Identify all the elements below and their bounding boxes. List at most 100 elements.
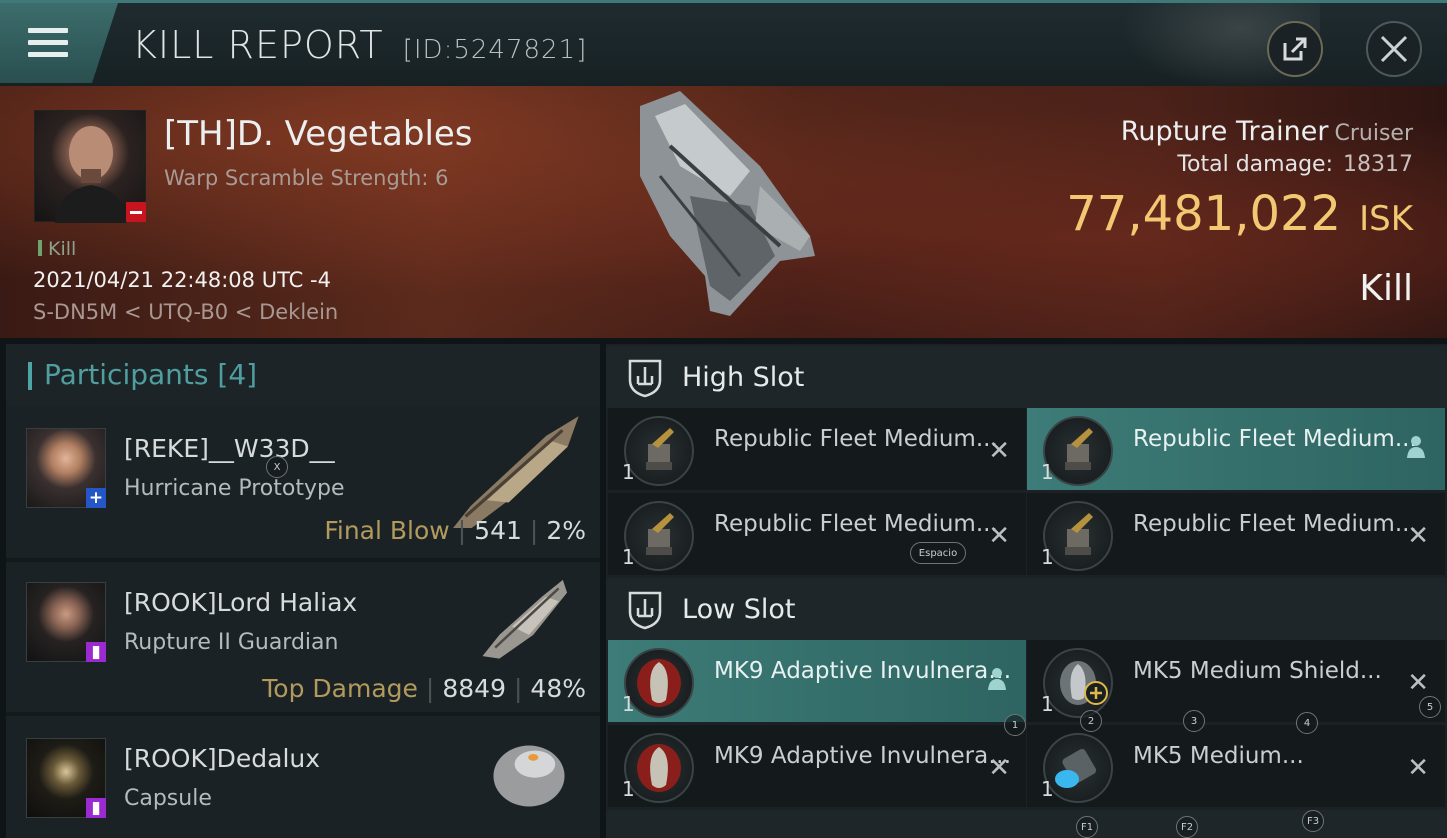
participant-ship-image bbox=[453, 416, 579, 528]
final-blow-tag: Final Blow bbox=[324, 516, 450, 545]
result-label: Kill bbox=[1359, 268, 1413, 309]
hamburger-icon bbox=[28, 28, 68, 58]
low-slot-item[interactable]: 1 MK5 Medium... ✕ bbox=[1027, 725, 1445, 807]
high-slot-header[interactable]: High Slot bbox=[606, 346, 1447, 408]
participants-header: Participants [4] bbox=[6, 344, 600, 406]
key-hint: 4 bbox=[1296, 712, 1318, 734]
fitting-panel: High Slot 1 Republic Fleet Medium... ✕ 1… bbox=[606, 344, 1447, 838]
title-bar: KILL REPORT [ID:5247821] bbox=[0, 0, 1447, 89]
high-slot-label: High Slot bbox=[682, 362, 805, 393]
kill-datetime: 2021/04/21 22:48:08 UTC -4 bbox=[33, 268, 331, 292]
victim-ship-image[interactable] bbox=[610, 86, 840, 326]
participant-ship: Capsule bbox=[124, 786, 212, 811]
item-name: MK5 Medium... bbox=[1133, 743, 1304, 769]
participants-label: Participants [4] bbox=[44, 358, 257, 391]
key-hint: 2 bbox=[1080, 710, 1102, 732]
victim-name[interactable]: [TH]D. Vegetables bbox=[164, 114, 473, 154]
item-quantity: 1 bbox=[622, 777, 635, 801]
key-hint: F3 bbox=[1302, 810, 1324, 832]
kill-location[interactable]: S-DN5M < UTQ-B0 < Deklein bbox=[33, 300, 338, 324]
key-hint: F1 bbox=[1076, 816, 1098, 838]
share-button[interactable] bbox=[1267, 21, 1323, 77]
total-damage: Total damage: 18317 bbox=[1177, 152, 1413, 177]
dropped-person-icon bbox=[988, 668, 1006, 690]
participant-damage: 8849 bbox=[442, 674, 506, 703]
stat-separator: | bbox=[425, 674, 435, 703]
plus-circle-icon bbox=[1084, 681, 1108, 705]
low-slot-header[interactable]: Low Slot bbox=[606, 578, 1447, 640]
participant-damage: 541 bbox=[474, 516, 522, 545]
participant-percent: 48% bbox=[530, 674, 586, 703]
low-slot-item[interactable]: 1 MK9 Adaptive Invulnerabilit... bbox=[608, 640, 1026, 722]
participant-stats: Top Damage | 8849 | 48% bbox=[262, 674, 586, 703]
kill-tag: Kill bbox=[38, 238, 76, 260]
high-slot-icon bbox=[628, 359, 662, 398]
key-hint: 3 bbox=[1183, 710, 1205, 732]
high-slot-item[interactable]: 1 Republic Fleet Medium... bbox=[1027, 408, 1445, 490]
title-text: KILL REPORT bbox=[132, 23, 384, 67]
item-name: MK9 Adaptive Invulnerabilit... bbox=[714, 658, 1019, 684]
capsule-image bbox=[493, 745, 565, 807]
item-quantity: 1 bbox=[1041, 460, 1054, 484]
destroyed-x-icon: ✕ bbox=[988, 753, 1010, 783]
participant-row[interactable]: + [REKE]__W33D__ Hurricane Prototype Fin… bbox=[6, 406, 600, 558]
victim-subtitle: Warp Scramble Strength: 6 bbox=[164, 166, 449, 190]
stat-separator: | bbox=[457, 516, 467, 545]
item-quantity: 1 bbox=[1041, 692, 1054, 716]
corp-badge-icon: ▮ bbox=[86, 642, 106, 662]
high-slot-item[interactable]: 1 Republic Fleet Medium... ✕ bbox=[608, 493, 1026, 575]
kill-tag-text: Kill bbox=[48, 238, 77, 260]
isk-value: 77,481,022 ISK bbox=[1066, 186, 1413, 242]
header-accent-bar bbox=[28, 362, 32, 390]
item-quantity: 1 bbox=[622, 692, 635, 716]
participant-name: [ROOK]Dedalux bbox=[124, 744, 321, 773]
dropped-person-icon bbox=[1407, 436, 1425, 458]
damage-value: 18317 bbox=[1343, 152, 1413, 177]
participant-stats: Final Blow | 541 | 2% bbox=[324, 516, 586, 545]
destroyed-x-icon: ✕ bbox=[1407, 668, 1429, 698]
ship-type[interactable]: Rupture Trainer Cruiser bbox=[1121, 116, 1413, 147]
participant-name: [ROOK]Lord Haliax bbox=[124, 588, 358, 617]
stat-separator: | bbox=[513, 674, 523, 703]
standing-minus-icon bbox=[126, 202, 146, 222]
key-hint: X bbox=[266, 456, 288, 478]
low-slot-item[interactable]: 1 MK9 Adaptive Invulnerabilit... ✕ bbox=[608, 725, 1026, 807]
key-hint: Espacio bbox=[910, 542, 966, 564]
participant-row[interactable]: ▮ [ROOK]Dedalux Capsule bbox=[6, 716, 600, 838]
close-button[interactable] bbox=[1366, 21, 1422, 77]
low-slot-icon bbox=[628, 591, 662, 630]
menu-button[interactable] bbox=[0, 3, 118, 83]
participants-panel: Participants [4] + [REKE]__W33D__ Hurric… bbox=[6, 344, 600, 838]
destroyed-x-icon: ✕ bbox=[988, 436, 1010, 466]
participants-count: [4] bbox=[217, 358, 258, 391]
participant-ship: Hurricane Prototype bbox=[124, 476, 345, 501]
item-quantity: 1 bbox=[1041, 545, 1054, 569]
external-link-icon bbox=[1283, 37, 1307, 61]
isk-unit: ISK bbox=[1359, 199, 1413, 239]
participants-label-text: Participants bbox=[44, 358, 209, 391]
isk-amount: 77,481,022 bbox=[1066, 186, 1342, 242]
corp-plus-icon: + bbox=[86, 488, 106, 508]
page-title: KILL REPORT [ID:5247821] bbox=[132, 23, 587, 67]
item-quantity: 1 bbox=[622, 545, 635, 569]
destroyed-x-icon: ✕ bbox=[1407, 521, 1429, 551]
damage-label: Total damage: bbox=[1177, 152, 1333, 177]
item-name: Republic Fleet Medium... bbox=[1133, 426, 1417, 452]
key-hint: 5 bbox=[1419, 696, 1441, 718]
kill-marker-icon bbox=[38, 240, 42, 256]
item-quantity: 1 bbox=[1041, 777, 1054, 801]
corp-badge-icon: ▮ bbox=[86, 798, 106, 818]
item-name: Republic Fleet Medium... bbox=[714, 426, 998, 452]
participant-percent: 2% bbox=[546, 516, 586, 545]
item-name: Republic Fleet Medium... bbox=[714, 511, 998, 537]
participant-name: [REKE]__W33D__ bbox=[124, 434, 335, 463]
victim-banner: [TH]D. Vegetables Warp Scramble Strength… bbox=[0, 86, 1447, 338]
participant-ship: Rupture II Guardian bbox=[124, 630, 339, 655]
item-name: MK5 Medium Shield... bbox=[1133, 658, 1382, 684]
report-id: [ID:5247821] bbox=[402, 35, 588, 65]
participant-row[interactable]: ▮ [ROOK]Lord Haliax Rupture II Guardian … bbox=[6, 562, 600, 712]
item-name: Republic Fleet Medium... bbox=[1133, 511, 1417, 537]
high-slot-item[interactable]: 1 Republic Fleet Medium... ✕ bbox=[1027, 493, 1445, 575]
participant-ship-image bbox=[482, 579, 568, 659]
high-slot-item[interactable]: 1 Republic Fleet Medium... ✕ bbox=[608, 408, 1026, 490]
